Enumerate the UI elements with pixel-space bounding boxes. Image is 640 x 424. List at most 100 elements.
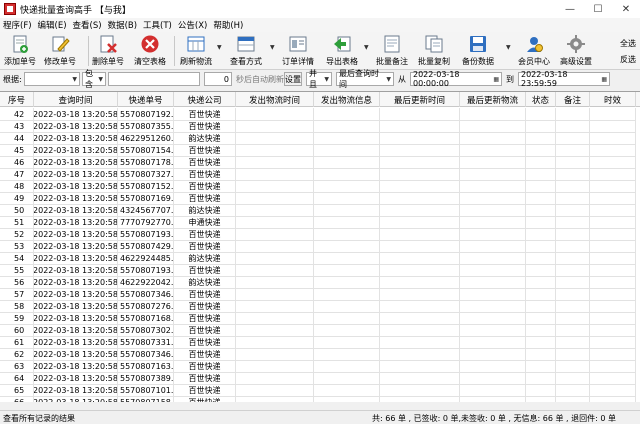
- minimize-button[interactable]: —: [556, 0, 584, 18]
- filter-bar: 根据: ▼ 包含 ▼ 0 秒后自动刷新 设置 并且 ▼ 最后查询时间 ▼ 从 2…: [0, 69, 640, 89]
- window-controls: — ☐ ✕: [556, 0, 640, 18]
- select-all-button[interactable]: 全选: [618, 36, 638, 50]
- to-label: 到: [506, 74, 514, 84]
- seconds-input[interactable]: 0: [204, 72, 232, 86]
- column-header-status[interactable]: 状态: [526, 92, 556, 107]
- column-header-tracking-no[interactable]: 快递单号: [118, 92, 174, 107]
- menu-tools[interactable]: 工具(T): [143, 19, 172, 31]
- chevron-down-icon[interactable]: ▼: [506, 44, 511, 51]
- delete-number-button[interactable]: 删除单号: [92, 34, 124, 68]
- column-header-note[interactable]: 备注: [556, 92, 590, 107]
- settings-button[interactable]: 设置: [284, 72, 302, 86]
- chevron-down-icon[interactable]: ▼: [217, 44, 222, 51]
- toolbar-separator: [174, 36, 175, 66]
- view-mode-button[interactable]: 查看方式: [230, 34, 262, 68]
- order-detail-label: 订单详情: [282, 57, 314, 66]
- refresh-grid-icon: [187, 36, 205, 52]
- cell-seq: 66: [0, 396, 34, 402]
- column-header-last-update-info[interactable]: 最后更新物流: [460, 92, 526, 107]
- calendar-icon: ▦: [493, 75, 499, 83]
- batch-note-icon: [384, 35, 400, 53]
- cell-query-time: 2022-03-18 13:20:58: [34, 396, 118, 402]
- batch-copy-button[interactable]: 批量复制: [418, 34, 450, 68]
- table-row[interactable]: 66 2022-03-18 13:20:58 5570807158... 百世快递: [0, 396, 640, 402]
- refresh-logistics-button[interactable]: 刷新物流: [180, 34, 212, 68]
- column-header-send-time[interactable]: 发出物流时间: [236, 92, 314, 107]
- chevron-down-icon[interactable]: ▼: [364, 44, 369, 51]
- auto-refresh-label: 秒后自动刷新: [236, 74, 284, 84]
- table-cell-empty: [460, 396, 526, 402]
- refresh-logistics-label: 刷新物流: [180, 57, 212, 66]
- menu-help[interactable]: 帮助(H): [213, 19, 243, 31]
- add-number-label: 添加单号: [4, 57, 36, 66]
- menu-view[interactable]: 查看(S): [73, 19, 102, 31]
- backup-data-button[interactable]: 备份数据: [462, 34, 494, 68]
- chevron-down-icon: ▼: [98, 75, 103, 83]
- invert-selection-button[interactable]: 反选: [618, 52, 638, 66]
- table-cell-empty: [314, 396, 380, 402]
- clear-table-button[interactable]: 清空表格: [134, 34, 166, 68]
- member-center-button[interactable]: 会员中心: [518, 34, 550, 68]
- chevron-down-icon: ▼: [386, 75, 391, 83]
- and-value: 并且: [309, 69, 317, 89]
- add-document-icon: [13, 35, 28, 53]
- floppy-disk-icon: [470, 36, 486, 52]
- time-field-select[interactable]: 最后查询时间 ▼: [336, 69, 394, 89]
- order-detail-icon: [289, 36, 307, 52]
- chevron-down-icon: ▼: [324, 75, 329, 83]
- menu-program[interactable]: 程序(F): [3, 19, 32, 31]
- table-cell-empty: [590, 396, 636, 402]
- results-table: 序号 查询时间 快递单号 快递公司 发出物流时间 发出物流信息 最后更新时间 最…: [0, 91, 640, 402]
- column-header-last-update-time[interactable]: 最后更新时间: [380, 92, 460, 107]
- order-detail-button[interactable]: 订单详情: [282, 34, 314, 68]
- calendar-icon: ▦: [601, 75, 607, 83]
- menu-data[interactable]: 数据(B): [108, 19, 137, 31]
- menu-edit[interactable]: 编辑(E): [38, 19, 67, 31]
- menu-bar: 程序(F) 编辑(E) 查看(S) 数据(B) 工具(T) 公告(X) 帮助(H…: [0, 18, 640, 32]
- status-summary: 共: 66 单 , 已签收: 0 单,未签收: 0 单 , 无信息: 66 单 …: [372, 414, 616, 423]
- status-message: 查看所有记录的结果: [3, 414, 75, 423]
- and-select[interactable]: 并且 ▼: [306, 69, 332, 89]
- column-header-timeliness[interactable]: 时效: [590, 92, 636, 107]
- to-date-picker[interactable]: 2022-03-18 23:59:59 ▦: [518, 70, 610, 88]
- column-header-company[interactable]: 快递公司: [174, 92, 236, 107]
- member-user-icon: [527, 37, 543, 52]
- advanced-settings-button[interactable]: 高级设置: [560, 34, 592, 68]
- app-logo-icon: [4, 3, 16, 15]
- time-field-value: 最后查询时间: [339, 69, 379, 89]
- edit-pencil-icon: [52, 36, 70, 52]
- column-header-send-info[interactable]: 发出物流信息: [314, 92, 380, 107]
- table-cell-empty: [556, 396, 590, 402]
- edit-number-label: 修改单号: [44, 57, 76, 66]
- edit-number-button[interactable]: 修改单号: [44, 34, 76, 68]
- chevron-down-icon[interactable]: ▼: [270, 44, 275, 51]
- delete-number-label: 删除单号: [92, 57, 124, 66]
- export-table-button[interactable]: 导出表格: [326, 34, 358, 68]
- contains-value: 包含: [85, 69, 93, 89]
- batch-note-label: 批量备注: [376, 57, 408, 66]
- table-header: 序号 查询时间 快递单号 快递公司 发出物流时间 发出物流信息 最后更新时间 最…: [0, 92, 640, 107]
- table-cell-empty: [380, 396, 460, 402]
- filter-field-select[interactable]: ▼: [24, 72, 80, 86]
- column-header-seq[interactable]: 序号: [0, 92, 34, 107]
- clear-x-icon: [141, 35, 159, 53]
- cell-tracking-no: 5570807158...: [118, 396, 174, 402]
- from-date-picker[interactable]: 2022-03-18 00:00:00 ▦: [410, 70, 502, 88]
- menu-notice[interactable]: 公告(X): [178, 19, 207, 31]
- filter-by-label: 根据:: [3, 74, 22, 84]
- chevron-down-icon: ▼: [72, 75, 77, 83]
- maximize-button[interactable]: ☐: [584, 0, 612, 18]
- search-input[interactable]: [108, 72, 200, 86]
- table-cell-empty: [526, 396, 556, 402]
- contains-select[interactable]: 包含 ▼: [82, 69, 106, 89]
- export-arrow-icon: [334, 36, 351, 52]
- advanced-settings-label: 高级设置: [560, 57, 592, 66]
- toolbar: 添加单号 修改单号 删除单号 清空表格 刷新物流 ▼ 查看方式 ▼ 订单详情 导…: [0, 32, 640, 70]
- close-button[interactable]: ✕: [612, 0, 640, 18]
- column-header-query-time[interactable]: 查询时间: [34, 92, 118, 107]
- from-date-value: 2022-03-18 00:00:00: [413, 70, 460, 88]
- add-number-button[interactable]: 添加单号: [4, 34, 36, 68]
- view-mode-label: 查看方式: [230, 57, 262, 66]
- table-cell-empty: [236, 396, 314, 402]
- batch-note-button[interactable]: 批量备注: [376, 34, 408, 68]
